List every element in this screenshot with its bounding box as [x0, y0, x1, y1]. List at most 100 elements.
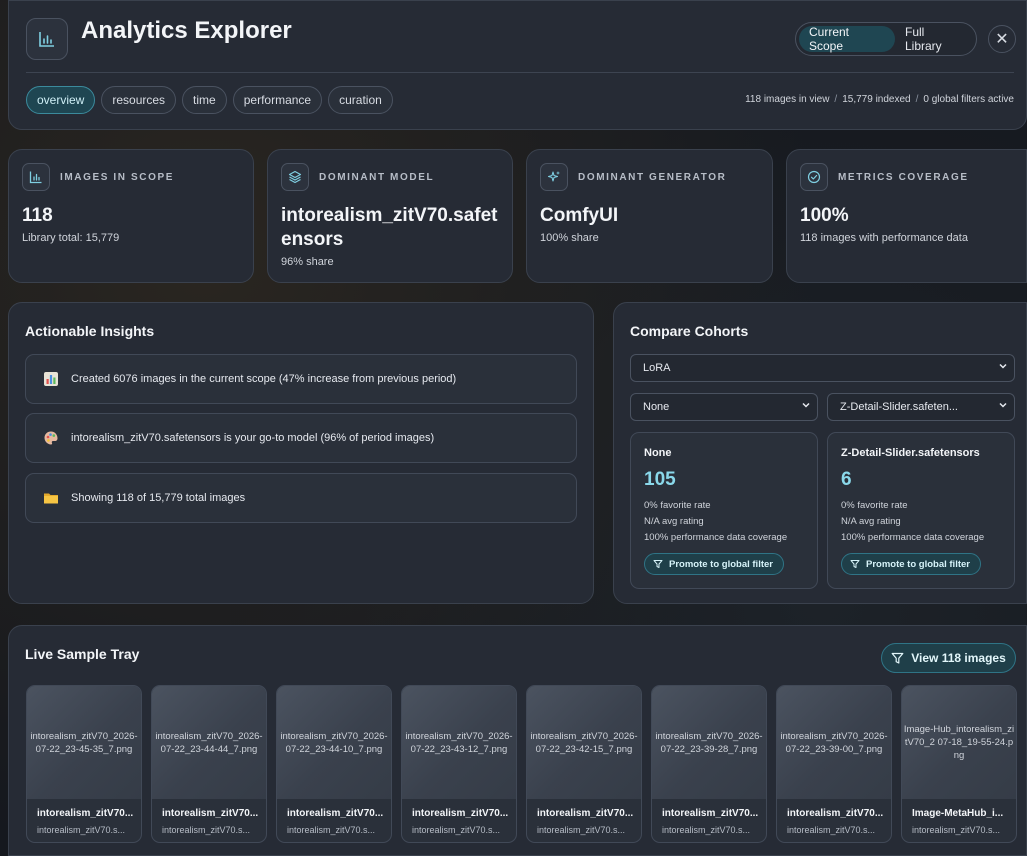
thumbnail-placeholder: intorealism_zitV70_2026-07-22_23-39-28_7… [652, 686, 766, 799]
insights-title: Actionable Insights [25, 323, 155, 339]
tab-time[interactable]: time [182, 86, 227, 114]
dimension-select[interactable]: LoRA [630, 354, 1015, 382]
stat-value: 100% [800, 205, 849, 226]
sample-thumbnail[interactable]: intorealism_zitV70_2026-07-22_23-39-28_7… [651, 685, 767, 843]
tab-resources[interactable]: resources [101, 86, 177, 114]
cohort-count: 105 [644, 469, 676, 490]
palette-emoji-icon [42, 429, 60, 447]
promote-label: Promote to global filter [866, 558, 970, 570]
cohort-card-left: None 105 0% favorite rate N/A avg rating… [630, 432, 818, 589]
filter-icon [850, 560, 860, 568]
check-circle-icon [800, 163, 828, 191]
thumbnail-title: intorealism_zitV70... [787, 808, 884, 819]
full-library-button[interactable]: Full Library [895, 25, 973, 53]
stat-card-metrics-coverage: METRICS COVERAGE 100% 118 images with pe… [786, 149, 1027, 283]
current-scope-button[interactable]: Current Scope [799, 25, 895, 53]
bar-chart-icon [22, 163, 50, 191]
insight-item[interactable]: Created 6076 images in the current scope… [25, 354, 577, 404]
cohort-name: Z-Detail-Slider.safetensors [841, 447, 980, 459]
thumbnail-placeholder: intorealism_zitV70_2026-07-22_23-39-00_7… [777, 686, 891, 799]
sample-thumbnail[interactable]: intorealism_zitV70_2026-07-22_23-42-15_7… [526, 685, 642, 843]
dimension-select-value: LoRA [643, 362, 671, 374]
thumbnail-model: intorealism_zitV70.s... [912, 825, 1001, 835]
sample-thumbnail[interactable]: intorealism_zitV70_2026-07-22_23-45-35_7… [26, 685, 142, 843]
sample-thumbnail[interactable]: intorealism_zitV70_2026-07-22_23-43-12_7… [401, 685, 517, 843]
thumbnail-placeholder: Image-Hub_intorealism_zitV70_2 07-18_19-… [902, 686, 1016, 799]
thumbnail-model: intorealism_zitV70.s... [37, 825, 126, 835]
left-cohort-select-value: None [643, 401, 670, 413]
stat-sub: 118 images with performance data [800, 232, 968, 244]
stat-card-dominant-model: DOMINANT MODEL intorealism_zitV70.safete… [267, 149, 513, 283]
compare-title: Compare Cohorts [630, 323, 749, 339]
stat-sub: 100% share [540, 232, 599, 244]
insight-item[interactable]: intorealism_zitV70.safetensors is your g… [25, 413, 577, 463]
app-title: Analytics Explorer [81, 17, 292, 44]
cohort-coverage: 100% performance data coverage [644, 532, 788, 543]
tray-title: Live Sample Tray [25, 646, 140, 662]
sample-thumbnail[interactable]: intorealism_zitV70_2026-07-22_23-39-00_7… [776, 685, 892, 843]
thumbnail-title: intorealism_zitV70... [662, 808, 759, 819]
stat-label: DOMINANT MODEL [319, 172, 435, 183]
cohort-avg-rating: N/A avg rating [644, 516, 704, 527]
left-cohort-select[interactable]: None [630, 393, 818, 421]
stat-card-images-in-scope: IMAGES IN SCOPE 118 Library total: 15,77… [8, 149, 254, 283]
view-images-button[interactable]: View 118 images [881, 643, 1016, 673]
thumbnail-placeholder: intorealism_zitV70_2026-07-22_23-45-35_7… [27, 686, 141, 799]
scope-summary: 118 images in view / 15,779 indexed / 0 glob… [745, 94, 1014, 105]
images-in-view-text: 118 images in view [745, 94, 830, 105]
sparkles-icon [540, 163, 568, 191]
promote-label: Promote to global filter [669, 558, 773, 570]
chevron-down-icon [998, 361, 1008, 374]
thumbnail-placeholder: intorealism_zitV70_2026-07-22_23-43-12_7… [402, 686, 516, 799]
thumbnail-title: intorealism_zitV70... [412, 808, 509, 819]
view-images-label: View 118 images [911, 651, 1006, 665]
stat-value: 118 [22, 205, 53, 226]
tab-overview[interactable]: overview [26, 86, 96, 114]
thumbnail-title: intorealism_zitV70... [287, 808, 384, 819]
stat-value: intorealism_zitV70.safetensors [281, 205, 498, 250]
sample-thumbnail[interactable]: Image-Hub_intorealism_zitV70_2 07-18_19-… [901, 685, 1017, 843]
stat-label: METRICS COVERAGE [838, 172, 969, 183]
bar-chart-icon [26, 18, 68, 60]
summary-separator: / [834, 94, 838, 105]
chart-emoji-icon [42, 370, 60, 388]
stat-label: DOMINANT GENERATOR [578, 172, 727, 183]
cohort-avg-rating: N/A avg rating [841, 516, 901, 527]
close-icon: ✕ [995, 31, 1009, 48]
stat-card-dominant-generator: DOMINANT GENERATOR ComfyUI 100% share [526, 149, 773, 283]
thumbnail-model: intorealism_zitV70.s... [787, 825, 876, 835]
close-button[interactable]: ✕ [988, 25, 1016, 53]
folder-emoji-icon [42, 489, 60, 507]
summary-separator: / [915, 94, 919, 105]
tab-curation[interactable]: curation [328, 86, 393, 114]
tab-performance[interactable]: performance [232, 86, 323, 114]
live-sample-tray: Live Sample Tray View 118 images intorea… [8, 625, 1027, 856]
insight-item[interactable]: Showing 118 of 15,779 total images [25, 473, 577, 523]
thumbnail-placeholder: intorealism_zitV70_2026-07-22_23-44-10_7… [277, 686, 391, 799]
cohort-count: 6 [841, 469, 852, 490]
thumbnail-title: intorealism_zitV70... [537, 808, 634, 819]
right-cohort-select[interactable]: Z-Detail-Slider.safeten... [827, 393, 1015, 421]
thumbnail-title: intorealism_zitV70... [162, 808, 259, 819]
stat-sub: 96% share [281, 256, 334, 268]
sample-thumbnail[interactable]: intorealism_zitV70_2026-07-22_23-44-10_7… [276, 685, 392, 843]
right-cohort-select-value: Z-Detail-Slider.safeten... [840, 401, 958, 413]
insight-text: intorealism_zitV70.safetensors is your g… [71, 432, 435, 444]
chevron-down-icon [998, 400, 1008, 413]
tab-bar: overview resources time performance cura… [26, 86, 393, 114]
insight-text: Showing 118 of 15,779 total images [71, 492, 246, 504]
thumbnail-title: Image-MetaHub_i... [912, 808, 1004, 819]
stat-value: ComfyUI [540, 205, 619, 226]
promote-to-global-filter-button[interactable]: Promote to global filter [644, 553, 784, 575]
promote-to-global-filter-button[interactable]: Promote to global filter [841, 553, 981, 575]
cohort-coverage: 100% performance data coverage [841, 532, 985, 543]
thumbnail-model: intorealism_zitV70.s... [537, 825, 626, 835]
insight-text: Created 6076 images in the current scope… [71, 373, 457, 385]
thumbnail-model: intorealism_zitV70.s... [162, 825, 251, 835]
scope-toggle: Current Scope Full Library [795, 22, 977, 56]
chevron-down-icon [801, 400, 811, 413]
header-divider [26, 72, 1014, 73]
insights-panel: Actionable Insights Created 6076 images … [8, 302, 594, 604]
compare-cohorts-panel: Compare Cohorts LoRA None Z-Detail-Slide… [613, 302, 1027, 604]
sample-thumbnail[interactable]: intorealism_zitV70_2026-07-22_23-44-44_7… [151, 685, 267, 843]
